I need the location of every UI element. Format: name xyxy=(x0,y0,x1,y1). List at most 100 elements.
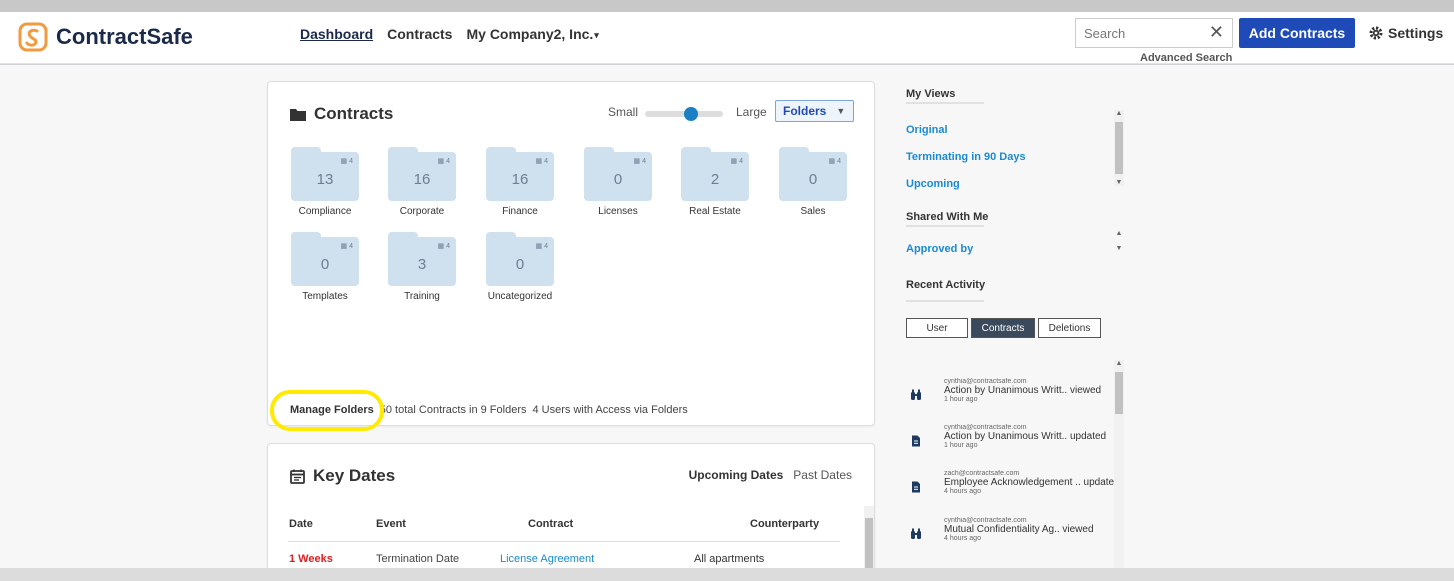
folder-user-count: ▦ 4 xyxy=(437,243,450,250)
folder-name: Uncategorized xyxy=(487,291,553,302)
contracts-summary: 50 total Contracts in 9 Folders xyxy=(379,404,527,416)
search-input[interactable] xyxy=(1076,19,1196,47)
col-event[interactable]: Event xyxy=(376,518,406,530)
add-contracts-button[interactable]: Add Contracts xyxy=(1239,18,1355,48)
folder-size-slider[interactable] xyxy=(645,107,723,121)
activity-user-email: zach@contractsafe.com xyxy=(944,470,1020,477)
contracts-title-text: Contracts xyxy=(314,104,394,123)
advanced-search-link[interactable]: Advanced Search xyxy=(1140,52,1232,64)
search-box: ✕ xyxy=(1075,18,1233,48)
activity-user-email: cynthia@contractsafe.com xyxy=(944,517,1027,524)
folder-item[interactable]: ▦ 4 2 Real Estate xyxy=(680,147,750,217)
company-dropdown[interactable]: My Company2, Inc.▾ xyxy=(466,26,598,42)
folder-contract-count: 0 xyxy=(515,256,525,273)
col-counterparty[interactable]: Counterparty xyxy=(750,518,819,530)
binoculars-icon xyxy=(910,527,922,539)
scrollbar-thumb[interactable] xyxy=(1115,372,1123,414)
view-link-upcoming[interactable]: Upcoming xyxy=(906,178,960,190)
settings-label: Settings xyxy=(1388,25,1444,41)
slider-handle[interactable] xyxy=(684,107,698,121)
scroll-down-icon[interactable]: ▼ xyxy=(1115,245,1123,252)
activity-tab-user[interactable]: User xyxy=(906,318,968,338)
users-summary: 4 Users with Access via Folders xyxy=(532,404,688,416)
scroll-up-icon[interactable]: ▲ xyxy=(1115,230,1123,237)
app-logo[interactable]: ContractSafe xyxy=(18,22,193,52)
view-link-terminating[interactable]: Terminating in 90 Days xyxy=(906,151,1026,163)
view-mode-select[interactable]: Folders ▼ xyxy=(775,100,854,122)
folder-user-count: ▦ 4 xyxy=(340,158,353,165)
contractsafe-logo-icon xyxy=(18,22,48,52)
folder-name: Sales xyxy=(800,206,826,217)
tab-past-dates[interactable]: Past Dates xyxy=(793,468,852,482)
top-navbar: ContractSafe Dashboard Contracts My Comp… xyxy=(0,12,1454,64)
activity-user-email: cynthia@contractsafe.com xyxy=(944,424,1027,431)
folder-shape-icon: ▦ 4 0 xyxy=(291,232,359,286)
folder-item[interactable]: ▦ 4 16 Corporate xyxy=(387,147,457,217)
folder-item[interactable]: ▦ 4 0 Uncategorized xyxy=(485,232,555,302)
users-icon: ▦ xyxy=(828,158,836,165)
col-date[interactable]: Date xyxy=(289,518,313,530)
scrollbar-thumb[interactable] xyxy=(1115,122,1123,174)
folder-name: Templates xyxy=(302,291,348,302)
row-date: 1 Weeks xyxy=(289,553,333,565)
activity-action: Employee Acknowledgement .. updated xyxy=(944,477,1114,488)
folder-shape-icon: ▦ 4 0 xyxy=(584,147,652,201)
activity-scrollbar[interactable]: ▲ xyxy=(1114,360,1124,568)
shared-with-me-heading: Shared With Me xyxy=(906,211,989,223)
folder-user-count: ▦ 4 xyxy=(340,243,353,250)
activity-time: 4 hours ago xyxy=(944,535,981,542)
folder-shape-icon: ▦ 4 16 xyxy=(388,147,456,201)
folder-contract-count: 16 xyxy=(413,171,431,188)
shared-view-approved-by[interactable]: Approved by xyxy=(906,243,973,255)
folder-user-count: ▦ 4 xyxy=(633,158,646,165)
section-underline xyxy=(906,225,984,227)
scroll-down-icon[interactable]: ▼ xyxy=(1115,179,1123,186)
recent-activity-heading: Recent Activity xyxy=(906,279,986,291)
folder-name: Finance xyxy=(502,206,538,217)
key-dates-title: Key Dates xyxy=(290,466,395,486)
folder-item[interactable]: ▦ 4 13 Compliance xyxy=(290,147,360,217)
row-counterparty: All apartments xyxy=(694,553,765,565)
folder-item[interactable]: ▦ 4 0 Templates xyxy=(290,232,360,302)
folder-user-count: ▦ 4 xyxy=(828,158,841,165)
folder-user-count: ▦ 4 xyxy=(535,243,548,250)
my-views-heading: My Views xyxy=(906,88,956,100)
settings-button[interactable]: Settings xyxy=(1369,25,1443,41)
folder-item[interactable]: ▦ 4 3 Training xyxy=(387,232,457,302)
clear-search-icon[interactable]: ✕ xyxy=(1209,22,1224,43)
section-underline xyxy=(906,300,984,302)
users-icon: ▦ xyxy=(535,158,543,165)
nav-contracts[interactable]: Contracts xyxy=(387,26,452,42)
folder-name: Corporate xyxy=(399,206,445,217)
nav-dashboard[interactable]: Dashboard xyxy=(300,26,373,42)
activity-tab-deletions[interactable]: Deletions xyxy=(1038,318,1101,338)
scroll-up-icon[interactable]: ▲ xyxy=(1115,360,1123,367)
folder-icon xyxy=(290,108,306,121)
folder-item[interactable]: ▦ 4 16 Finance xyxy=(485,147,555,217)
size-small-label: Small xyxy=(608,105,639,119)
col-contract[interactable]: Contract xyxy=(528,518,573,530)
folder-contract-count: 13 xyxy=(316,171,334,188)
key-dates-title-text: Key Dates xyxy=(313,466,396,485)
row-contract-link[interactable]: License Agreement xyxy=(500,553,594,565)
activity-action: Action by Unanimous Writt.. updated xyxy=(944,431,1107,442)
users-icon: ▦ xyxy=(437,158,445,165)
view-mode-value: Folders xyxy=(783,104,827,118)
activity-user-email: cynthia@contractsafe.com xyxy=(944,378,1027,385)
folder-user-count: ▦ 4 xyxy=(535,158,548,165)
folder-item[interactable]: ▦ 4 0 Licenses xyxy=(583,147,653,217)
folder-name: Licenses xyxy=(598,206,638,217)
app-name: ContractSafe xyxy=(56,24,193,49)
shared-scrollbar[interactable]: ▲ ▼ xyxy=(1114,230,1124,252)
users-icon: ▦ xyxy=(633,158,641,165)
activity-tab-contracts[interactable]: Contracts xyxy=(971,318,1035,338)
folder-contract-count: 0 xyxy=(808,171,818,188)
folder-name: Compliance xyxy=(298,206,352,217)
my-views-scrollbar[interactable]: ▲ ▼ xyxy=(1114,110,1124,186)
key-dates-card: Key Dates Upcoming Dates Past Dates Date… xyxy=(267,443,875,581)
folder-item[interactable]: ▦ 4 0 Sales xyxy=(778,147,848,217)
view-link-original[interactable]: Original xyxy=(906,124,948,136)
scroll-up-icon[interactable]: ▲ xyxy=(1115,110,1123,117)
tab-upcoming-dates[interactable]: Upcoming Dates xyxy=(689,468,784,482)
folder-name: Real Estate xyxy=(689,206,741,217)
